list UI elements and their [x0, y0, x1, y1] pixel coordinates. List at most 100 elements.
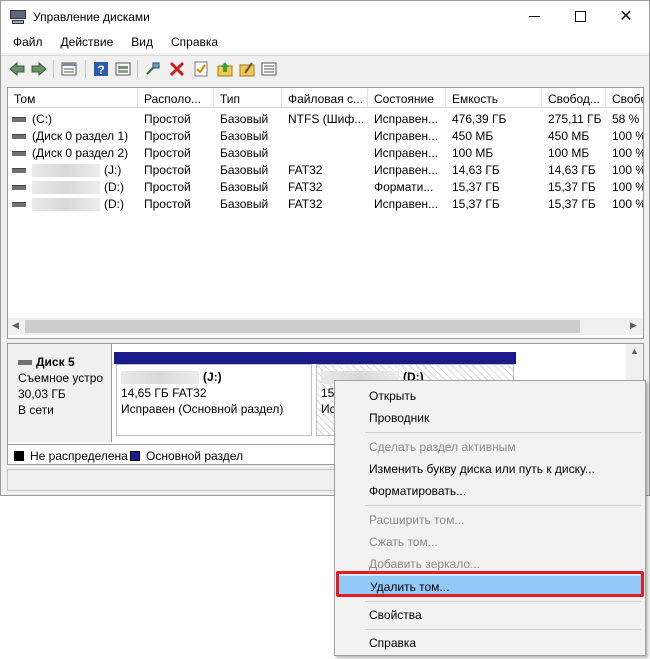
- primary-partition-swatch: [130, 451, 140, 461]
- table-row[interactable]: (Диск 0 раздел 2) Простой Базовый Исправ…: [8, 144, 644, 161]
- connect-icon[interactable]: [145, 61, 161, 77]
- volume-capacity: 100 МБ: [452, 146, 494, 160]
- toolbar-separator: [85, 60, 86, 78]
- partition-bar: [114, 352, 314, 364]
- menu-item-open[interactable]: Открыть: [337, 385, 643, 407]
- volume-layout: Простой: [144, 180, 191, 194]
- volume-name: (C:): [32, 112, 52, 126]
- disk-kind: Съемное устро: [18, 371, 104, 385]
- volume-list: Том Располо... Тип Файловая с... Состоян…: [7, 87, 644, 339]
- scrollbar-thumb[interactable]: [25, 320, 580, 333]
- menu-separator: [365, 629, 641, 630]
- blurred-volume-label: [121, 371, 199, 385]
- volume-layout: Простой: [144, 146, 191, 160]
- disk-info[interactable]: Диск 5 Съемное устро 30,03 ГБ В сети: [8, 344, 112, 442]
- scroll-up-icon[interactable]: ▲: [630, 346, 639, 356]
- volume-name: (J:): [104, 163, 122, 177]
- help-icon[interactable]: ?: [93, 61, 109, 77]
- table-row[interactable]: (C:) Простой Базовый NTFS (Шиф... Исправ…: [8, 110, 643, 127]
- column-header-status[interactable]: Состояние: [368, 88, 446, 108]
- column-header-volume[interactable]: Том: [8, 88, 138, 108]
- checklist-icon[interactable]: [193, 61, 209, 77]
- table-row[interactable]: (D:) Простой Базовый FAT32 Формати... 15…: [8, 178, 644, 195]
- view-icon[interactable]: [115, 61, 131, 77]
- up-folder-icon[interactable]: [217, 61, 233, 77]
- volume-capacity: 14,63 ГБ: [452, 163, 500, 177]
- removable-disk-icon: [18, 360, 32, 366]
- volume-capacity: 15,37 ГБ: [452, 180, 500, 194]
- partition-bar: [314, 352, 516, 364]
- disk-size: 30,03 ГБ: [18, 387, 66, 401]
- column-header-layout[interactable]: Располо...: [138, 88, 214, 108]
- volume-filesystem: [282, 127, 368, 144]
- menu-item-properties[interactable]: Свойства: [337, 604, 643, 626]
- volume-status: Исправен...: [374, 146, 439, 160]
- volume-filesystem: FAT32: [288, 197, 323, 211]
- minimize-icon: [528, 15, 540, 17]
- volume-status: Исправен...: [374, 163, 439, 177]
- volume-capacity: 450 МБ: [452, 129, 494, 143]
- menu-view[interactable]: Вид: [125, 33, 159, 53]
- volume-percent-free: 100 %: [612, 129, 644, 143]
- menu-item-mark-active[interactable]: Сделать раздел активным: [337, 436, 643, 458]
- menu-item-extend-volume[interactable]: Расширить том...: [337, 509, 643, 531]
- menu-separator: [365, 601, 641, 602]
- menu-help[interactable]: Справка: [165, 33, 224, 53]
- volume-percent-free: 100 %: [612, 180, 644, 194]
- menu-bar: Файл Действие Вид Справка: [1, 33, 649, 53]
- volume-filesystem: FAT32: [288, 163, 323, 177]
- delete-icon[interactable]: [169, 61, 185, 77]
- properties-icon[interactable]: [61, 61, 77, 77]
- title-bar: Управление дисками ✕: [1, 1, 649, 33]
- volume-type: Базовый: [220, 112, 269, 126]
- drive-icon: [12, 151, 26, 157]
- column-header-capacity[interactable]: Емкость: [446, 88, 542, 108]
- menu-item-explorer[interactable]: Проводник: [337, 407, 643, 429]
- disk-management-app-icon: [10, 10, 26, 24]
- drive-icon: [12, 168, 26, 174]
- toolbar: ?: [1, 55, 649, 81]
- partition-size: 14,65 ГБ FAT32: [121, 386, 207, 400]
- volume-free: 14,63 ГБ: [548, 163, 596, 177]
- column-header-filesystem[interactable]: Файловая с...: [282, 88, 368, 108]
- menu-item-format[interactable]: Форматировать...: [337, 480, 643, 502]
- table-row[interactable]: (Диск 0 раздел 1) Простой Базовый Исправ…: [8, 127, 644, 144]
- column-header-percent-free[interactable]: Свобо: [606, 88, 643, 108]
- column-header-type[interactable]: Тип: [214, 88, 282, 108]
- menu-action[interactable]: Действие: [55, 33, 120, 53]
- drive-icon: [12, 202, 26, 208]
- list-view-icon[interactable]: [261, 61, 277, 77]
- maximize-icon: [574, 10, 586, 22]
- volume-name: (Диск 0 раздел 1): [32, 129, 129, 143]
- scroll-right-icon[interactable]: ▶: [630, 320, 637, 331]
- column-header-free-space[interactable]: Свобод...: [542, 88, 606, 108]
- volume-name: (Диск 0 раздел 2): [32, 146, 129, 160]
- volume-name: (D:): [104, 180, 124, 194]
- table-row[interactable]: (J:) Простой Базовый FAT32 Исправен... 1…: [8, 161, 644, 178]
- menu-separator: [365, 432, 641, 433]
- folder-edit-icon[interactable]: [239, 61, 255, 77]
- partition-j[interactable]: (J:) 14,65 ГБ FAT32 Исправен (Основной р…: [114, 352, 314, 436]
- menu-file[interactable]: Файл: [7, 33, 49, 53]
- volume-free: 15,37 ГБ: [548, 180, 596, 194]
- back-arrow-icon[interactable]: [9, 61, 25, 77]
- menu-item-change-drive-letter[interactable]: Изменить букву диска или путь к диску...: [337, 458, 643, 480]
- volume-type: Базовый: [220, 197, 269, 211]
- volume-percent-free: 100 %: [612, 146, 644, 160]
- maximize-button[interactable]: [557, 1, 603, 31]
- disk-state: В сети: [18, 403, 54, 417]
- close-button[interactable]: ✕: [603, 1, 649, 31]
- horizontal-scrollbar[interactable]: ◀ ▶: [8, 318, 643, 335]
- volume-type: Базовый: [220, 146, 269, 160]
- menu-item-shrink-volume[interactable]: Сжать том...: [337, 531, 643, 553]
- volume-percent-free: 100 %: [612, 163, 644, 177]
- forward-arrow-icon[interactable]: [31, 61, 47, 77]
- menu-item-help[interactable]: Справка: [337, 632, 643, 654]
- blurred-volume-label: [32, 198, 100, 212]
- volume-list-header: Том Располо... Тип Файловая с... Состоян…: [8, 88, 643, 108]
- scroll-left-icon[interactable]: ◀: [12, 320, 19, 331]
- table-row[interactable]: (D:) Простой Базовый FAT32 Исправен... 1…: [8, 195, 643, 212]
- volume-status: Исправен...: [374, 112, 439, 126]
- volume-filesystem: [282, 144, 368, 161]
- minimize-button[interactable]: [511, 1, 557, 31]
